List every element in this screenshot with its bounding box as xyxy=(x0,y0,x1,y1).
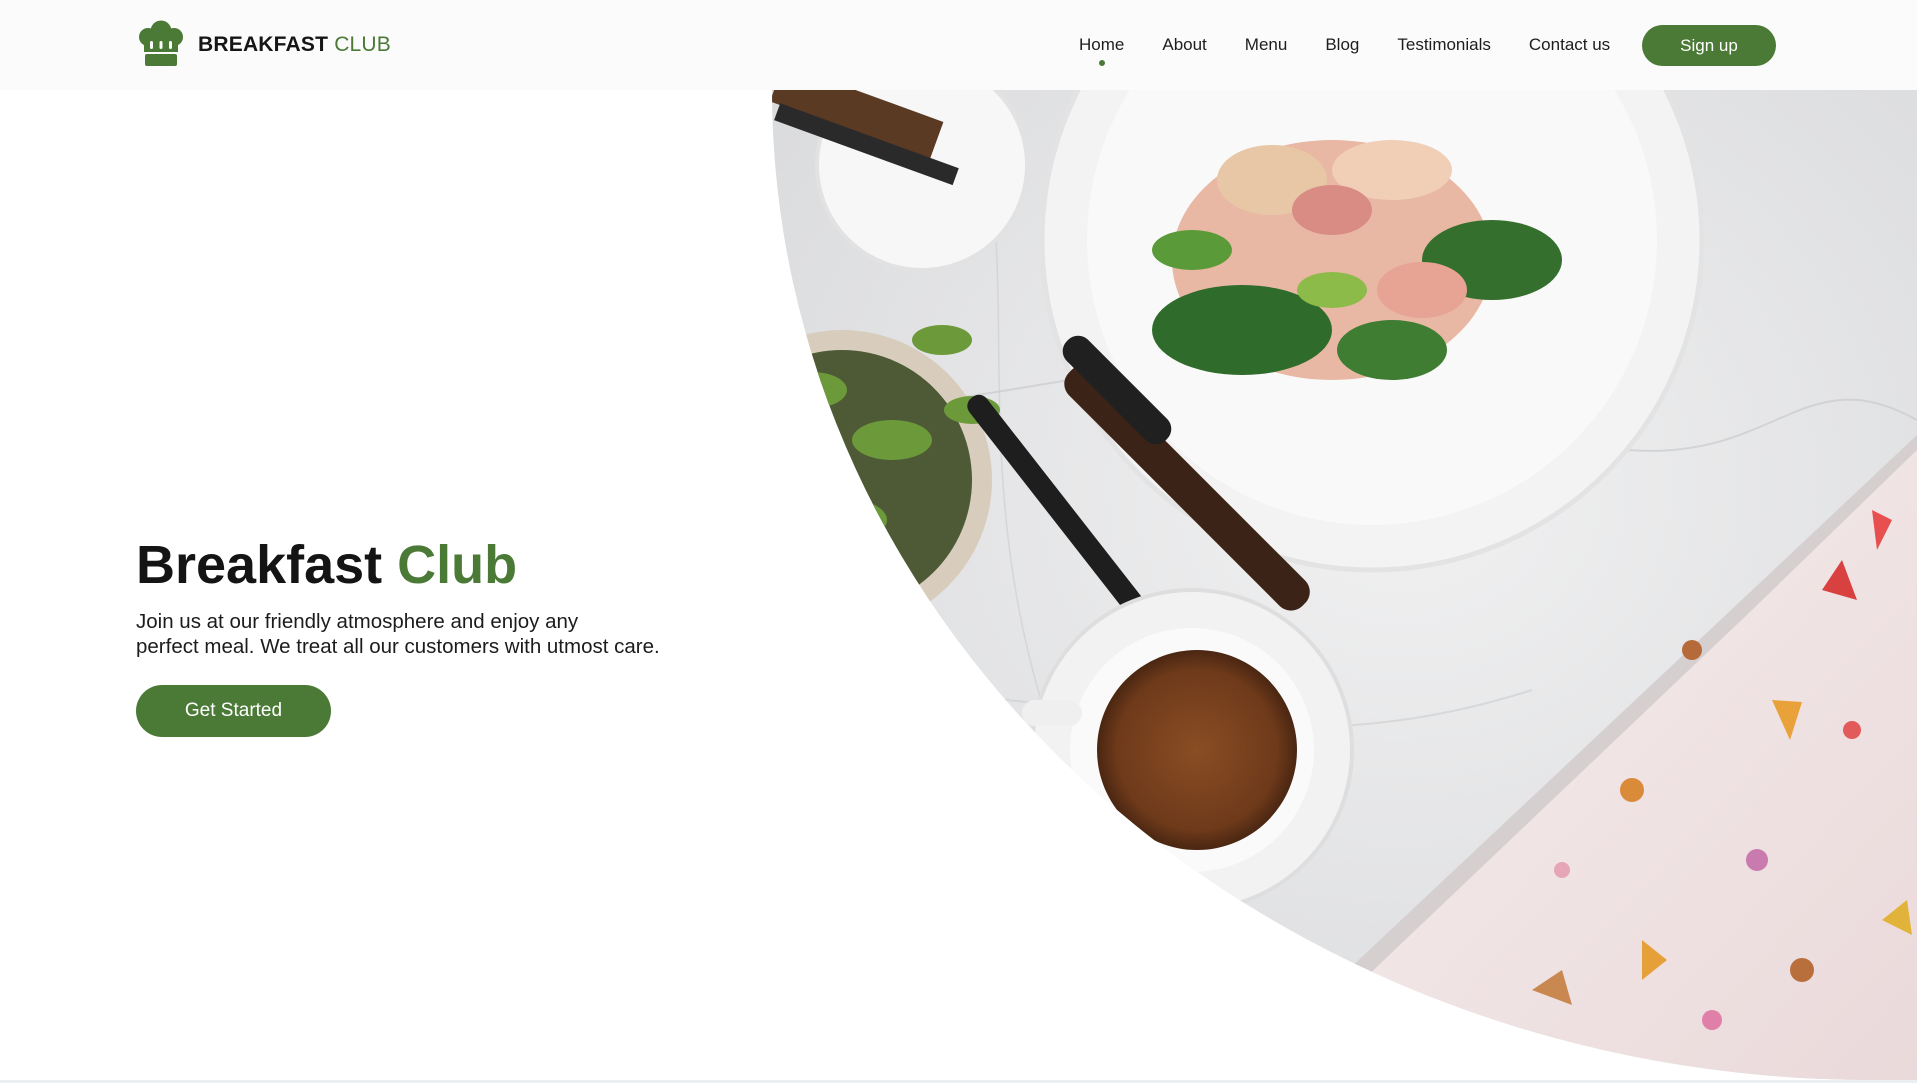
hero-subtitle: Join us at our friendly atmosphere and e… xyxy=(136,609,696,659)
hero-subtitle-line2: perfect meal. We treat all our customers… xyxy=(136,635,660,658)
nav-menu[interactable]: Menu xyxy=(1245,22,1288,68)
nav-home[interactable]: Home xyxy=(1079,22,1124,68)
hero-title: Breakfast Club xyxy=(136,530,517,600)
brand-name-accent: CLUB xyxy=(334,33,392,56)
hero-title-main: Breakfast xyxy=(136,535,383,595)
brand-name: BREAKFAST CLUB xyxy=(198,33,391,57)
get-started-button[interactable]: Get Started xyxy=(136,685,331,737)
signup-button[interactable]: Sign up xyxy=(1642,25,1776,66)
hero-subtitle-line1: Join us at our friendly atmosphere and e… xyxy=(136,610,579,633)
chef-hat-icon xyxy=(139,20,183,66)
hero-title-accent: Club xyxy=(397,535,518,595)
main-nav: Home About Menu Blog Testimonials Contac… xyxy=(1060,22,1629,68)
hero-photo-illustration xyxy=(772,90,1917,1080)
nav-about[interactable]: About xyxy=(1162,22,1206,68)
nav-blog[interactable]: Blog xyxy=(1325,22,1359,68)
navbar: BREAKFAST CLUB Home About Menu Blog Test… xyxy=(0,0,1917,90)
nav-testimonials[interactable]: Testimonials xyxy=(1397,22,1491,68)
brand-name-primary: BREAKFAST xyxy=(198,33,329,56)
brand-logo[interactable]: BREAKFAST CLUB xyxy=(136,20,391,70)
nav-contact-us[interactable]: Contact us xyxy=(1529,22,1610,68)
hero-food-image xyxy=(772,90,1917,1080)
